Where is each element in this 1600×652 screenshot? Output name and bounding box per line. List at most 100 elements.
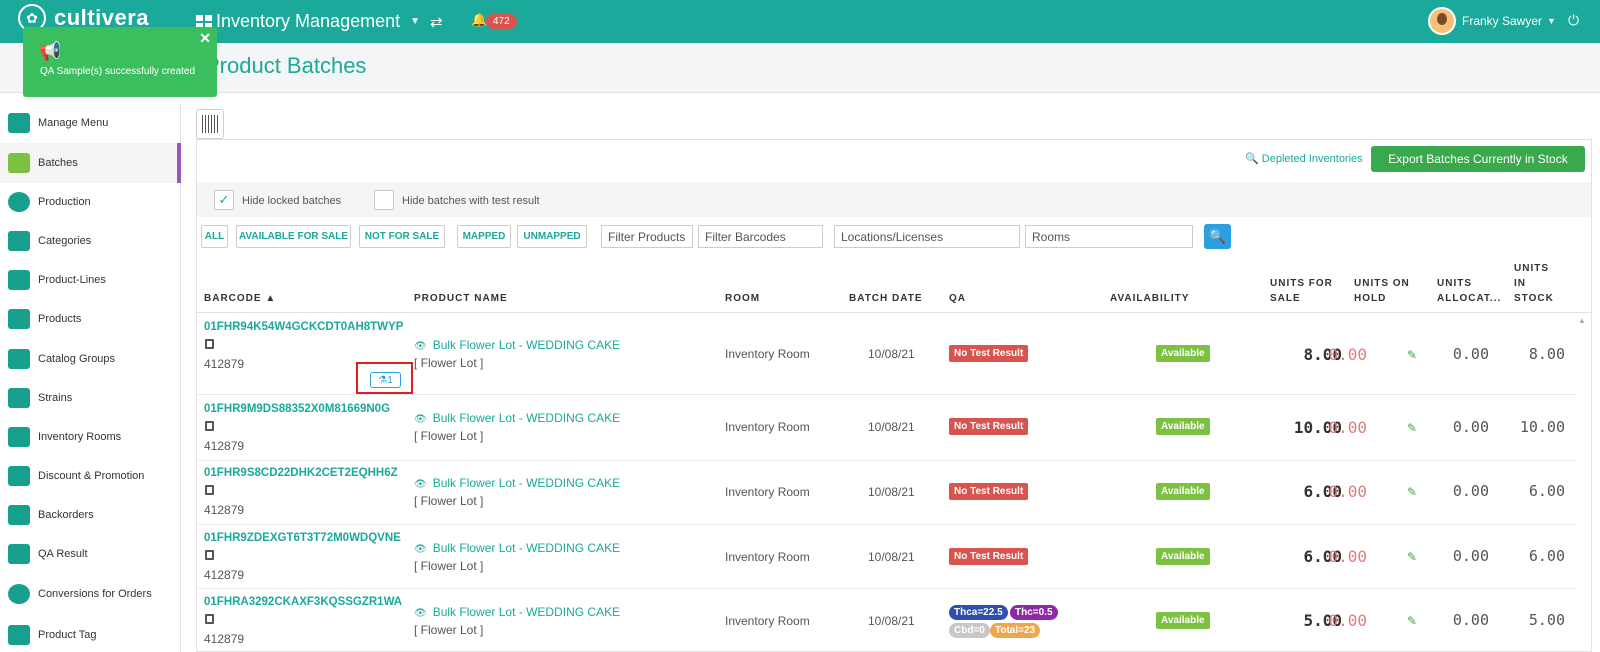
barcode-scan-button[interactable] bbox=[196, 109, 224, 139]
units-allocated: 0.00 bbox=[1452, 482, 1489, 500]
barcode-link[interactable]: 01FHR94K54W4GCKCDT0AH8TWYP bbox=[204, 321, 403, 333]
header-availability[interactable]: AVAILABILITY bbox=[1110, 291, 1189, 306]
product-link[interactable]: 👁 Bulk Flower Lot - WEDDING CAKE bbox=[414, 411, 620, 425]
header-units-for-sale[interactable]: UNITS FOR SALE bbox=[1270, 276, 1333, 306]
availability-badge[interactable]: Available bbox=[1156, 483, 1210, 500]
filter-all-button[interactable]: ALL bbox=[201, 225, 228, 248]
filter-mapped-button[interactable]: MAPPED bbox=[457, 225, 511, 248]
copy-icon[interactable] bbox=[205, 614, 214, 624]
sidebar-item-discount[interactable]: Discount & Promotion bbox=[0, 456, 181, 496]
app-switcher[interactable]: Inventory Management ▼ bbox=[196, 11, 420, 32]
product-name: Bulk Flower Lot - WEDDING CAKE bbox=[432, 411, 621, 425]
units-on-hold: 0.00 bbox=[1328, 482, 1367, 501]
sidebar-item-label: Strains bbox=[38, 392, 73, 404]
hide-test-label: Hide batches with test result bbox=[402, 195, 540, 207]
product-link[interactable]: 👁 Bulk Flower Lot - WEDDING CAKE bbox=[414, 476, 620, 490]
export-button[interactable]: Export Batches Currently in Stock bbox=[1371, 146, 1585, 172]
scroll-up-arrow[interactable]: ▲ bbox=[1578, 316, 1586, 325]
sidebar-item-conversions[interactable]: Conversions for Orders bbox=[0, 574, 181, 614]
room: Inventory Room bbox=[725, 614, 810, 628]
header-units-allocated[interactable]: UNITS ALLOCAT... bbox=[1437, 276, 1501, 306]
sidebar-item-catalog-groups[interactable]: Catalog Groups bbox=[0, 339, 181, 379]
filter-products-input[interactable]: Filter Products bbox=[601, 225, 693, 248]
qa-badge[interactable]: No Test Result bbox=[949, 345, 1029, 362]
sidebar-item-batches[interactable]: Batches bbox=[0, 143, 181, 183]
sidebar-item-product-lines[interactable]: Product-Lines bbox=[0, 260, 181, 300]
qa-badge[interactable]: No Test Result bbox=[949, 548, 1029, 565]
edit-icon[interactable]: ✎ bbox=[1407, 550, 1417, 564]
copy-icon[interactable] bbox=[205, 485, 214, 495]
sidebar-item-production[interactable]: Production bbox=[0, 182, 181, 222]
product-sub: [ Flower Lot ] bbox=[414, 494, 484, 508]
sidebar-item-qa-result[interactable]: QA Result bbox=[0, 534, 181, 574]
availability-badge[interactable]: Available bbox=[1156, 612, 1210, 629]
barcode-link[interactable]: 01FHRA3292CKAXF3KQSSGZR1WA bbox=[204, 596, 402, 608]
menu-icon bbox=[8, 113, 30, 133]
header-units-on-hold[interactable]: UNITS ON HOLD bbox=[1354, 276, 1410, 306]
sidebar-item-product-tag[interactable]: Product Tag bbox=[0, 615, 181, 652]
copy-icon[interactable] bbox=[205, 339, 214, 349]
sidebar-item-manage-menu[interactable]: Manage Menu bbox=[0, 103, 181, 143]
notification-count[interactable]: 472 bbox=[486, 14, 517, 29]
header-divider bbox=[197, 312, 1591, 313]
eye-icon: 👁 bbox=[414, 544, 427, 555]
bell-icon[interactable]: 🔔 bbox=[471, 12, 487, 28]
copy-icon[interactable] bbox=[205, 421, 214, 431]
edit-icon[interactable]: ✎ bbox=[1407, 614, 1417, 628]
hide-locked-checkbox[interactable]: ✓ bbox=[214, 190, 234, 210]
product-link[interactable]: 👁 Bulk Flower Lot - WEDDING CAKE bbox=[414, 338, 620, 352]
header-barcode[interactable]: BARCODE ▲ bbox=[204, 291, 276, 306]
filter-not-for-sale-button[interactable]: NOT FOR SALE bbox=[359, 225, 445, 248]
sidebar-item-backorders[interactable]: Backorders bbox=[0, 495, 181, 535]
product-link[interactable]: 👁 Bulk Flower Lot - WEDDING CAKE bbox=[414, 605, 620, 619]
rooms-select[interactable]: Rooms bbox=[1025, 225, 1193, 248]
header-product-name[interactable]: PRODUCT NAME bbox=[414, 291, 508, 306]
product-link[interactable]: 👁 Bulk Flower Lot - WEDDING CAKE bbox=[414, 541, 620, 555]
sidebar-item-label: Inventory Rooms bbox=[38, 431, 122, 443]
units-in-stock: 10.00 bbox=[1519, 418, 1565, 436]
power-icon[interactable]: ⏻ bbox=[1568, 12, 1579, 29]
eye-icon: 👁 bbox=[414, 414, 427, 425]
sidebar-item-inventory-rooms[interactable]: Inventory Rooms bbox=[0, 417, 181, 457]
sidebar-item-label: Products bbox=[38, 313, 82, 325]
swap-icon[interactable]: ⇄ bbox=[430, 13, 443, 31]
sidebar-item-label: Product Tag bbox=[38, 629, 97, 641]
header-batch-date[interactable]: BATCH DATE bbox=[849, 291, 923, 306]
units-on-hold: 0.00 bbox=[1328, 611, 1367, 630]
room: Inventory Room bbox=[725, 420, 810, 434]
qa-badge[interactable]: No Test Result bbox=[949, 483, 1029, 500]
header-qa[interactable]: QA bbox=[949, 291, 966, 306]
locations-select[interactable]: Locations/Licenses bbox=[834, 225, 1020, 248]
header-room[interactable]: ROOM bbox=[725, 291, 760, 306]
filter-available-button[interactable]: AVAILABLE FOR SALE bbox=[236, 225, 351, 248]
user-menu[interactable]: Franky Sawyer ▼ bbox=[1428, 7, 1556, 35]
depleted-inventories-link[interactable]: 🔍 Depleted Inventories bbox=[1245, 152, 1363, 165]
header-units-in-stock[interactable]: UNITS IN STOCK bbox=[1514, 261, 1554, 306]
batch-id: 412879 bbox=[204, 439, 245, 453]
product-lines-icon bbox=[8, 270, 30, 290]
product-tag-icon bbox=[8, 625, 30, 645]
header-line: UNITS ON bbox=[1354, 278, 1410, 289]
availability-badge[interactable]: Available bbox=[1156, 418, 1210, 435]
availability-badge[interactable]: Available bbox=[1156, 345, 1210, 362]
qa-badge[interactable]: No Test Result bbox=[949, 418, 1029, 435]
copy-icon[interactable] bbox=[205, 550, 214, 560]
edit-icon[interactable]: ✎ bbox=[1407, 485, 1417, 499]
filter-barcodes-input[interactable]: Filter Barcodes bbox=[698, 225, 823, 248]
availability-badge[interactable]: Available bbox=[1156, 548, 1210, 565]
hide-test-checkbox[interactable] bbox=[374, 190, 394, 210]
search-button[interactable]: 🔍 bbox=[1204, 224, 1231, 249]
barcode-link[interactable]: 01FHR9ZDEXGT6T3T72M0WDQVNE bbox=[204, 532, 401, 544]
header-line: UNITS bbox=[1437, 278, 1472, 289]
sidebar-item-products[interactable]: Products bbox=[0, 299, 181, 339]
barcode-link[interactable]: 01FHR9M9DS88352X0M81669N0G bbox=[204, 403, 390, 415]
sidebar-item-categories[interactable]: Categories bbox=[0, 221, 181, 261]
sidebar-item-strains[interactable]: Strains bbox=[0, 378, 181, 418]
filter-unmapped-button[interactable]: UNMAPPED bbox=[517, 225, 587, 248]
app-title: Inventory Management bbox=[216, 11, 401, 31]
edit-icon[interactable]: ✎ bbox=[1407, 348, 1417, 362]
close-icon[interactable]: ✕ bbox=[199, 30, 211, 47]
barcode-link[interactable]: 01FHR9S8CD22DHK2CET2EQHH6Z bbox=[204, 467, 398, 479]
edit-icon[interactable]: ✎ bbox=[1407, 421, 1417, 435]
units-in-stock: 6.00 bbox=[1528, 482, 1565, 500]
